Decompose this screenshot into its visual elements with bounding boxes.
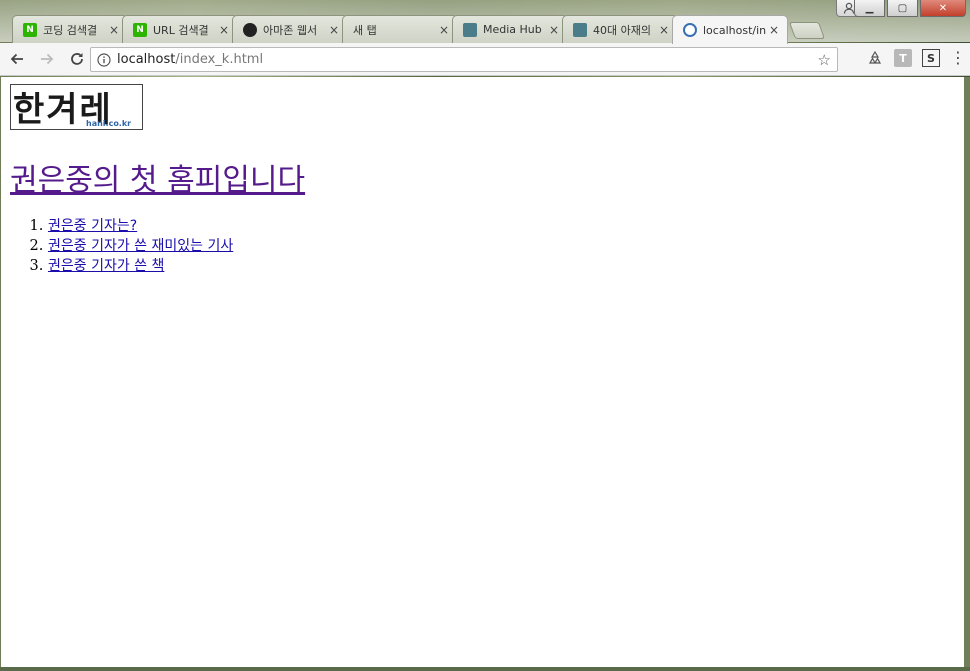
- t-extension-icon[interactable]: T: [894, 49, 912, 67]
- forward-button[interactable]: [34, 46, 60, 72]
- tab-close-icon[interactable]: ×: [217, 23, 231, 37]
- link-fun-articles[interactable]: 권은중 기자가 쓴 재미있는 기사: [48, 238, 233, 254]
- naver-n-icon: N: [23, 22, 37, 37]
- tab-close-icon[interactable]: ×: [327, 23, 341, 37]
- tab-strip: N 코딩 검색결 × N URL 검색결 × 아마존 웹서 × 새 탭 × Me…: [12, 15, 826, 44]
- new-tab-button[interactable]: [788, 22, 826, 39]
- hankyoreh-logo: 한겨레 hani.co.kr: [10, 84, 143, 130]
- window-controls: ▁ ▢ ✕: [854, 0, 966, 17]
- tab-close-icon[interactable]: ×: [437, 23, 451, 37]
- url-host: localhost: [117, 52, 176, 67]
- tab-media-hub[interactable]: Media Hub ×: [452, 15, 568, 43]
- reload-button[interactable]: [64, 46, 90, 72]
- close-window-button[interactable]: ✕: [920, 0, 966, 17]
- address-bar[interactable]: localhost/index_k.html ☆: [90, 47, 838, 72]
- link-books[interactable]: 권은중 기자가 쓴 책: [48, 258, 164, 274]
- tab-label: Media Hub: [483, 23, 542, 36]
- tab-40s-uncle[interactable]: 40대 아재의 ×: [562, 15, 678, 43]
- menu-kebab-icon[interactable]: ⋮: [950, 50, 966, 66]
- url-path: /index_k.html: [175, 52, 264, 67]
- browser-toolbar: localhost/index_k.html ☆ T S ⋮: [0, 43, 970, 76]
- tab-localhost[interactable]: localhost/in ×: [672, 15, 788, 44]
- tab-coding-search[interactable]: N 코딩 검색결 ×: [12, 15, 128, 43]
- tab-close-icon[interactable]: ×: [107, 23, 121, 37]
- minimize-button[interactable]: ▁: [854, 0, 885, 17]
- link-list: 권은중 기자는? 권은중 기자가 쓴 재미있는 기사 권은중 기자가 쓴 책: [48, 216, 233, 276]
- tab-close-icon[interactable]: ×: [657, 23, 671, 37]
- tab-label: 아마존 웹서: [263, 23, 318, 37]
- dark-circle-icon: [243, 22, 257, 37]
- window-bottom-edge: [0, 667, 970, 671]
- tab-label: localhost/in: [703, 23, 767, 37]
- title-bar: ▁ ▢ ✕ N 코딩 검색결 × N URL 검색결 × 아마존 웹서 × 새 …: [0, 0, 970, 44]
- media-hub-icon: [463, 22, 477, 37]
- page-headline-link[interactable]: 권은중의 첫 홈피입니다: [10, 155, 305, 199]
- forward-arrow-icon: [41, 53, 54, 65]
- recycle-icon: [868, 50, 882, 64]
- media-hub-icon: [573, 22, 587, 37]
- extensions-area: T S ⋮: [866, 49, 966, 67]
- tab-amazon-web[interactable]: 아마존 웹서 ×: [232, 15, 348, 43]
- s-extension-icon[interactable]: S: [922, 49, 940, 67]
- tab-label: 코딩 검색결: [43, 23, 98, 37]
- tab-new-tab[interactable]: 새 탭 ×: [342, 15, 458, 43]
- tab-close-icon[interactable]: ×: [547, 23, 561, 37]
- tab-url-search[interactable]: N URL 검색결 ×: [122, 15, 238, 43]
- minimize-icon: ▁: [865, 2, 874, 14]
- maximize-icon: ▢: [897, 2, 908, 14]
- maximize-button[interactable]: ▢: [887, 0, 918, 17]
- tab-close-icon[interactable]: ×: [767, 23, 781, 37]
- naver-n-icon: N: [133, 22, 147, 37]
- back-arrow-icon: [10, 53, 23, 65]
- list-item: 권은중 기자가 쓴 재미있는 기사: [48, 236, 233, 256]
- tab-label: 40대 아재의: [593, 23, 651, 37]
- reload-icon: [71, 53, 83, 65]
- list-item: 권은중 기자는?: [48, 216, 233, 236]
- page-content: 한겨레 hani.co.kr 권은중의 첫 홈피입니다 권은중 기자는? 권은중…: [1, 77, 964, 667]
- window-edge: [964, 77, 970, 667]
- tab-label: 새 탭: [353, 23, 377, 37]
- info-icon: [97, 52, 111, 67]
- bookmark-star-icon[interactable]: ☆: [818, 51, 831, 69]
- link-about-reporter[interactable]: 권은중 기자는?: [48, 218, 137, 234]
- logo-subtext: hani.co.kr: [86, 119, 132, 128]
- list-item: 권은중 기자가 쓴 책: [48, 256, 233, 276]
- recycle-extension-icon[interactable]: [866, 49, 884, 67]
- localhost-icon: [683, 23, 697, 37]
- tab-label: URL 검색결: [153, 23, 209, 37]
- close-icon: ✕: [938, 2, 948, 14]
- back-button[interactable]: [4, 46, 30, 72]
